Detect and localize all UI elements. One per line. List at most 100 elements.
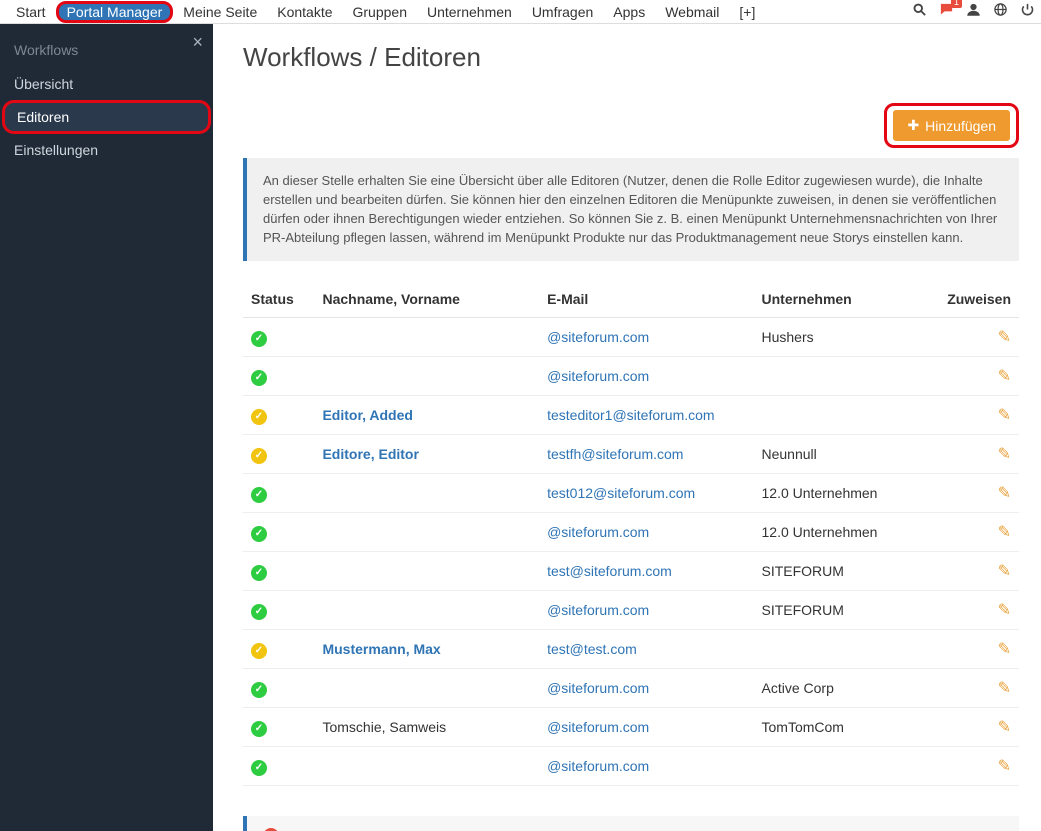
sidebar: × Workflows ÜbersichtEditorenEinstellung… <box>0 24 213 831</box>
email-link[interactable]: testfh@siteforum.com <box>547 446 683 462</box>
status-yellow-icon: ✓ <box>251 643 267 659</box>
cell-email: testeditor1@siteforum.com <box>539 396 753 435</box>
topnav-item-kontakte[interactable]: Kontakte <box>267 2 342 22</box>
cell-company: 12.0 Unternehmen <box>754 513 928 552</box>
cell-company: SITEFORUM <box>754 552 928 591</box>
th-assign: Zuweisen <box>927 281 1019 318</box>
topnav-item-meine-seite[interactable]: Meine Seite <box>173 2 267 22</box>
power-icon[interactable] <box>1020 2 1035 22</box>
email-link[interactable]: @siteforum.com <box>547 524 649 540</box>
edit-icon[interactable]: ✎ <box>998 407 1011 424</box>
search-icon[interactable] <box>912 2 927 22</box>
globe-icon[interactable] <box>993 2 1008 22</box>
sidebar-item-editoren[interactable]: Editoren <box>2 100 211 134</box>
cell-email: @siteforum.com <box>539 591 753 630</box>
close-icon[interactable]: × <box>192 32 203 53</box>
info-box: An dieser Stelle erhalten Sie eine Übers… <box>243 158 1019 261</box>
email-link[interactable]: test@siteforum.com <box>547 563 672 579</box>
page-title: Workflows / Editoren <box>243 42 1019 73</box>
cell-assign: ✎ <box>927 435 1019 474</box>
topnav-item-start[interactable]: Start <box>6 2 56 22</box>
topnav-item--[interactable]: [+] <box>729 2 765 22</box>
legend-box: ✓Editor ohne zugewiesene Menüs.✓Editor m… <box>243 816 1019 831</box>
name-link[interactable]: Mustermann, Max <box>322 641 440 657</box>
cell-company: Neunnull <box>754 435 928 474</box>
edit-icon[interactable]: ✎ <box>998 446 1011 463</box>
edit-icon[interactable]: ✎ <box>998 719 1011 736</box>
email-link[interactable]: @siteforum.com <box>547 758 649 774</box>
cell-assign: ✎ <box>927 474 1019 513</box>
notifications-icon[interactable]: 1 <box>939 2 954 22</box>
table-row: ✓ @siteforum.com 12.0 Unternehmen ✎ <box>243 513 1019 552</box>
topnav-item-umfragen[interactable]: Umfragen <box>522 2 603 22</box>
cell-email: test@siteforum.com <box>539 552 753 591</box>
add-button[interactable]: ✚ Hinzufügen <box>893 110 1010 141</box>
cell-assign: ✎ <box>927 513 1019 552</box>
plus-icon: ✚ <box>907 117 919 134</box>
main-content: Workflows / Editoren ✚ Hinzufügen An die… <box>213 24 1041 831</box>
cell-status: ✓ <box>243 669 314 708</box>
email-link[interactable]: test@test.com <box>547 641 637 657</box>
table-row: ✓ Mustermann, Max test@test.com ✎ <box>243 630 1019 669</box>
add-button-highlight: ✚ Hinzufügen <box>884 103 1019 148</box>
email-link[interactable]: @siteforum.com <box>547 719 649 735</box>
cell-name <box>314 747 539 786</box>
cell-email: @siteforum.com <box>539 669 753 708</box>
cell-company <box>754 396 928 435</box>
email-link[interactable]: testeditor1@siteforum.com <box>547 407 715 423</box>
email-link[interactable]: test012@siteforum.com <box>547 485 695 501</box>
sidebar-item--bersicht[interactable]: Übersicht <box>0 68 213 100</box>
sidebar-item-einstellungen[interactable]: Einstellungen <box>0 134 213 166</box>
topnav-item-apps[interactable]: Apps <box>603 2 655 22</box>
th-email: E-Mail <box>539 281 753 318</box>
topnav-item-unternehmen[interactable]: Unternehmen <box>417 2 522 22</box>
status-green-icon: ✓ <box>251 526 267 542</box>
cell-status: ✓ <box>243 435 314 474</box>
user-icon[interactable] <box>966 2 981 22</box>
th-status: Status <box>243 281 314 318</box>
cell-email: @siteforum.com <box>539 708 753 747</box>
name-link[interactable]: Editor, Added <box>322 407 412 423</box>
cell-company: Active Corp <box>754 669 928 708</box>
status-green-icon: ✓ <box>251 331 267 347</box>
email-link[interactable]: @siteforum.com <box>547 329 649 345</box>
add-row: ✚ Hinzufügen <box>243 103 1019 148</box>
topnav-item-portal-manager[interactable]: Portal Manager <box>56 1 174 23</box>
table-row: ✓ @siteforum.com ✎ <box>243 357 1019 396</box>
cell-email: @siteforum.com <box>539 318 753 357</box>
cell-company: SITEFORUM <box>754 591 928 630</box>
top-nav-right: 1 <box>912 2 1035 22</box>
edit-icon[interactable]: ✎ <box>998 524 1011 541</box>
email-link[interactable]: @siteforum.com <box>547 602 649 618</box>
cell-name: Editor, Added <box>314 396 539 435</box>
email-link[interactable]: @siteforum.com <box>547 368 649 384</box>
edit-icon[interactable]: ✎ <box>998 329 1011 346</box>
topnav-item-webmail[interactable]: Webmail <box>655 2 729 22</box>
add-button-label: Hinzufügen <box>925 118 996 134</box>
edit-icon[interactable]: ✎ <box>998 602 1011 619</box>
cell-assign: ✎ <box>927 591 1019 630</box>
cell-company: TomTomCom <box>754 708 928 747</box>
cell-status: ✓ <box>243 747 314 786</box>
cell-status: ✓ <box>243 357 314 396</box>
table-row: ✓Tomschie, Samweis@siteforum.comTomTomCo… <box>243 708 1019 747</box>
name-link[interactable]: Editore, Editor <box>322 446 418 462</box>
cell-status: ✓ <box>243 552 314 591</box>
notification-badge: 1 <box>951 0 962 8</box>
edit-icon[interactable]: ✎ <box>998 641 1011 658</box>
topnav-item-gruppen[interactable]: Gruppen <box>343 2 417 22</box>
edit-icon[interactable]: ✎ <box>998 485 1011 502</box>
cell-email: @siteforum.com <box>539 513 753 552</box>
edit-icon[interactable]: ✎ <box>998 758 1011 775</box>
table-row: ✓ @siteforum.com ✎ <box>243 747 1019 786</box>
email-link[interactable]: @siteforum.com <box>547 680 649 696</box>
cell-email: @siteforum.com <box>539 747 753 786</box>
cell-status: ✓ <box>243 591 314 630</box>
edit-icon[interactable]: ✎ <box>998 563 1011 580</box>
cell-status: ✓ <box>243 474 314 513</box>
edit-icon[interactable]: ✎ <box>998 680 1011 697</box>
edit-icon[interactable]: ✎ <box>998 368 1011 385</box>
cell-assign: ✎ <box>927 552 1019 591</box>
status-green-icon: ✓ <box>251 682 267 698</box>
cell-status: ✓ <box>243 396 314 435</box>
